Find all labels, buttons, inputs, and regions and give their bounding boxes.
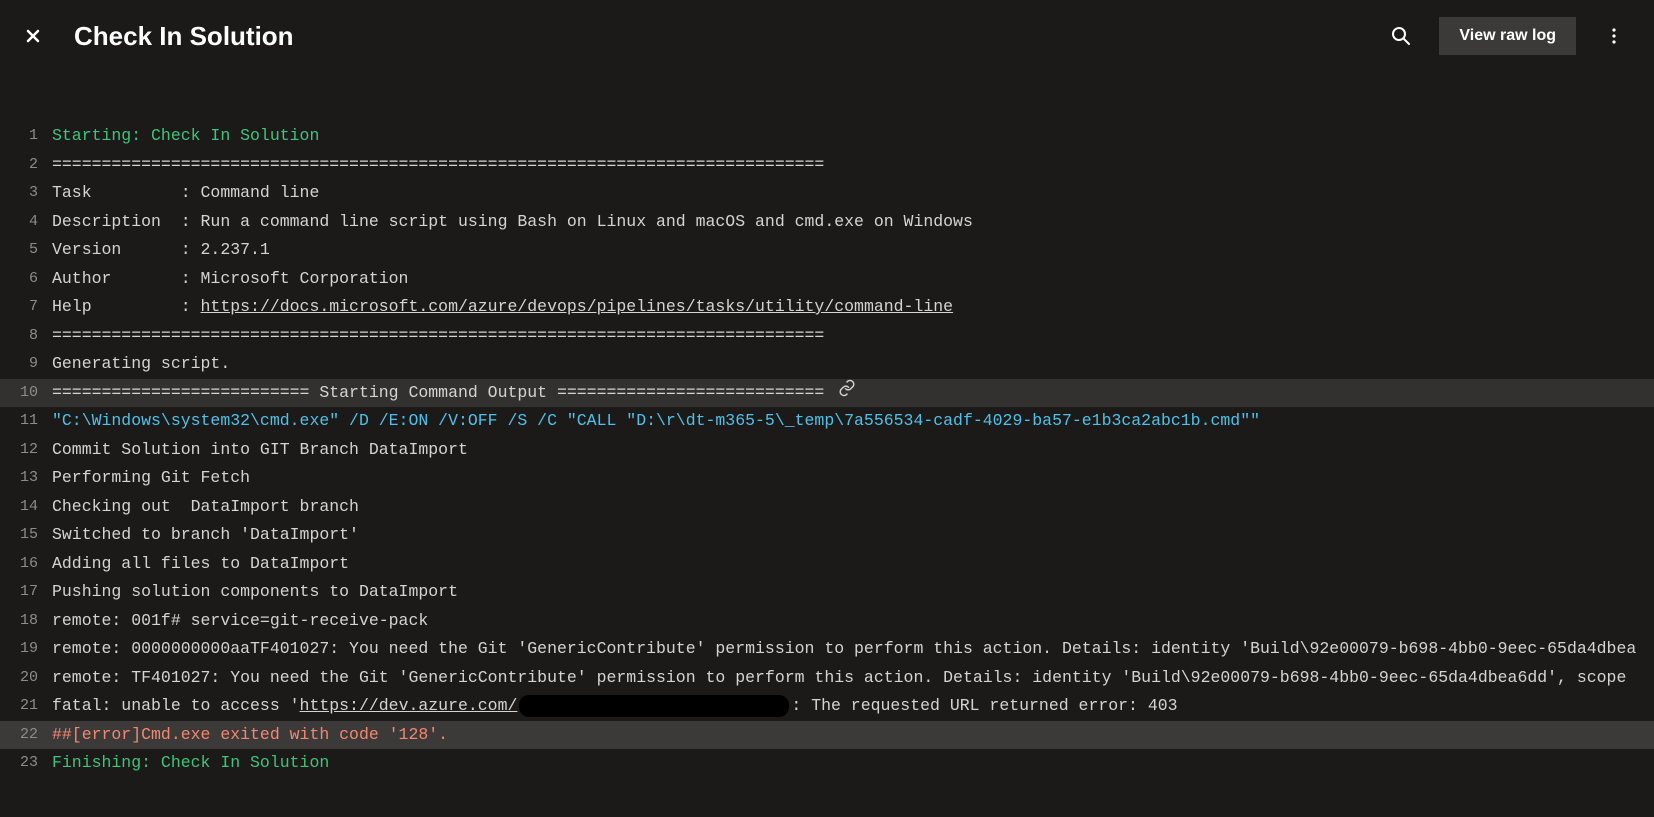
line-number: 3 xyxy=(0,179,52,208)
line-number: 5 xyxy=(0,236,52,265)
log-line[interactable]: 1Starting: Check In Solution xyxy=(0,122,1654,151)
log-line-content: Task : Command line xyxy=(52,179,1654,208)
log-line[interactable]: 3Task : Command line xyxy=(0,179,1654,208)
log-link[interactable]: https://docs.microsoft.com/azure/devops/… xyxy=(201,297,954,316)
log-line-content: remote: 001f# service=git-receive-pack xyxy=(52,607,1654,636)
log-line-content: Starting: Check In Solution xyxy=(52,122,1654,151)
log-output: 1Starting: Check In Solution2===========… xyxy=(0,72,1654,778)
log-line-content: Generating script. xyxy=(52,350,1654,379)
log-line[interactable]: 15Switched to branch 'DataImport' xyxy=(0,521,1654,550)
line-number: 22 xyxy=(0,721,52,750)
log-line[interactable]: 8=======================================… xyxy=(0,322,1654,351)
redacted-segment xyxy=(519,695,789,717)
log-line-content: Author : Microsoft Corporation xyxy=(52,265,1654,294)
log-link[interactable]: https://dev.azure.com/ xyxy=(300,696,518,715)
log-line-content: Version : 2.237.1 xyxy=(52,236,1654,265)
log-line[interactable]: 13Performing Git Fetch xyxy=(0,464,1654,493)
log-line[interactable]: 17Pushing solution components to DataImp… xyxy=(0,578,1654,607)
line-number: 17 xyxy=(0,578,52,607)
line-number: 10 xyxy=(0,379,52,408)
log-line-content: Finishing: Check In Solution xyxy=(52,749,1654,778)
line-number: 19 xyxy=(0,635,52,664)
log-line[interactable]: 10========================== Starting Co… xyxy=(0,379,1654,408)
log-line[interactable]: 22##[error]Cmd.exe exited with code '128… xyxy=(0,721,1654,750)
page-title: Check In Solution xyxy=(74,21,1381,52)
log-line-content: "C:\Windows\system32\cmd.exe" /D /E:ON /… xyxy=(52,407,1654,436)
log-line[interactable]: 4Description : Run a command line script… xyxy=(0,208,1654,237)
log-line-content: ========================== Starting Comm… xyxy=(52,379,1654,408)
more-vertical-icon xyxy=(1604,26,1624,46)
log-line[interactable]: 18remote: 001f# service=git-receive-pack xyxy=(0,607,1654,636)
log-line-content: ========================================… xyxy=(52,151,1654,180)
log-line[interactable]: 19remote: 0000000000aaTF401027: You need… xyxy=(0,635,1654,664)
log-line-content: remote: TF401027: You need the Git 'Gene… xyxy=(52,664,1654,693)
permalink-icon[interactable] xyxy=(838,379,856,397)
log-line-content: Help : https://docs.microsoft.com/azure/… xyxy=(52,293,1654,322)
line-number: 16 xyxy=(0,550,52,579)
log-line[interactable]: 6Author : Microsoft Corporation xyxy=(0,265,1654,294)
search-icon xyxy=(1391,26,1411,46)
line-number: 7 xyxy=(0,293,52,322)
view-raw-log-button[interactable]: View raw log xyxy=(1439,17,1576,55)
header-actions: View raw log xyxy=(1381,16,1634,56)
log-line-content: Switched to branch 'DataImport' xyxy=(52,521,1654,550)
log-line[interactable]: 7Help : https://docs.microsoft.com/azure… xyxy=(0,293,1654,322)
log-line[interactable]: 16Adding all files to DataImport xyxy=(0,550,1654,579)
close-icon xyxy=(25,28,41,44)
line-number: 2 xyxy=(0,151,52,180)
log-line-content: Commit Solution into GIT Branch DataImpo… xyxy=(52,436,1654,465)
log-line[interactable]: 20remote: TF401027: You need the Git 'Ge… xyxy=(0,664,1654,693)
log-line-content: Performing Git Fetch xyxy=(52,464,1654,493)
line-number: 12 xyxy=(0,436,52,465)
more-options-button[interactable] xyxy=(1594,16,1634,56)
line-number: 1 xyxy=(0,122,52,151)
log-line-content: ========================================… xyxy=(52,322,1654,351)
log-line-content: ##[error]Cmd.exe exited with code '128'. xyxy=(52,721,1654,750)
line-number: 18 xyxy=(0,607,52,636)
log-line[interactable]: 23Finishing: Check In Solution xyxy=(0,749,1654,778)
log-line-content: Checking out DataImport branch xyxy=(52,493,1654,522)
line-number: 15 xyxy=(0,521,52,550)
log-line-content: remote: 0000000000aaTF401027: You need t… xyxy=(52,635,1654,664)
line-number: 23 xyxy=(0,749,52,778)
line-number: 6 xyxy=(0,265,52,294)
log-header: Check In Solution View raw log xyxy=(0,0,1654,72)
log-line-content: fatal: unable to access 'https://dev.azu… xyxy=(52,692,1654,721)
log-line[interactable]: 5Version : 2.237.1 xyxy=(0,236,1654,265)
log-line[interactable]: 14Checking out DataImport branch xyxy=(0,493,1654,522)
search-button[interactable] xyxy=(1381,16,1421,56)
line-number: 4 xyxy=(0,208,52,237)
line-number: 13 xyxy=(0,464,52,493)
log-line-content: Description : Run a command line script … xyxy=(52,208,1654,237)
log-line-content: Adding all files to DataImport xyxy=(52,550,1654,579)
log-line[interactable]: 11"C:\Windows\system32\cmd.exe" /D /E:ON… xyxy=(0,407,1654,436)
line-number: 21 xyxy=(0,692,52,721)
close-button[interactable] xyxy=(16,19,50,53)
log-line[interactable]: 9Generating script. xyxy=(0,350,1654,379)
log-line[interactable]: 2=======================================… xyxy=(0,151,1654,180)
line-number: 14 xyxy=(0,493,52,522)
line-number: 8 xyxy=(0,322,52,351)
line-number: 11 xyxy=(0,407,52,436)
line-number: 20 xyxy=(0,664,52,693)
line-number: 9 xyxy=(0,350,52,379)
log-line[interactable]: 21fatal: unable to access 'https://dev.a… xyxy=(0,692,1654,721)
log-line-content: Pushing solution components to DataImpor… xyxy=(52,578,1654,607)
log-line[interactable]: 12Commit Solution into GIT Branch DataIm… xyxy=(0,436,1654,465)
